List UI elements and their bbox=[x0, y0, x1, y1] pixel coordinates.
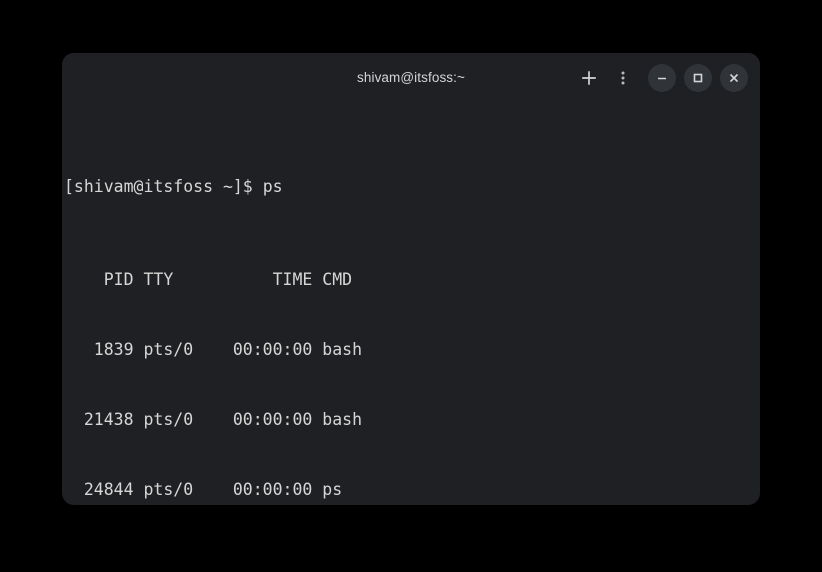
minimize-button[interactable] bbox=[648, 64, 676, 92]
overflow-menu-icon[interactable] bbox=[606, 61, 640, 95]
close-icon bbox=[726, 70, 742, 86]
prompt: [shivam@itsfoss ~]$ bbox=[64, 177, 263, 196]
titlebar-actions bbox=[572, 53, 748, 103]
ps-row: 21438 pts/0 00:00:00 bash bbox=[64, 408, 760, 431]
minimize-icon bbox=[654, 70, 670, 86]
terminal-window: shivam@itsfoss:~ bbox=[62, 53, 760, 505]
command-text-ps: ps bbox=[263, 177, 283, 196]
ps-row: 24844 pts/0 00:00:00 ps bbox=[64, 478, 760, 501]
ps-header-row: PID TTY TIME CMD bbox=[64, 268, 760, 291]
maximize-button[interactable] bbox=[684, 64, 712, 92]
new-tab-icon[interactable] bbox=[572, 61, 606, 95]
close-button[interactable] bbox=[720, 64, 748, 92]
command-line-ps: [shivam@itsfoss ~]$ ps bbox=[64, 175, 760, 198]
ps-row: 1839 pts/0 00:00:00 bash bbox=[64, 338, 760, 361]
maximize-icon bbox=[690, 70, 706, 86]
window-titlebar: shivam@itsfoss:~ bbox=[62, 53, 760, 103]
terminal-output-area[interactable]: [shivam@itsfoss ~]$ ps PID TTY TIME CMD … bbox=[62, 103, 760, 505]
